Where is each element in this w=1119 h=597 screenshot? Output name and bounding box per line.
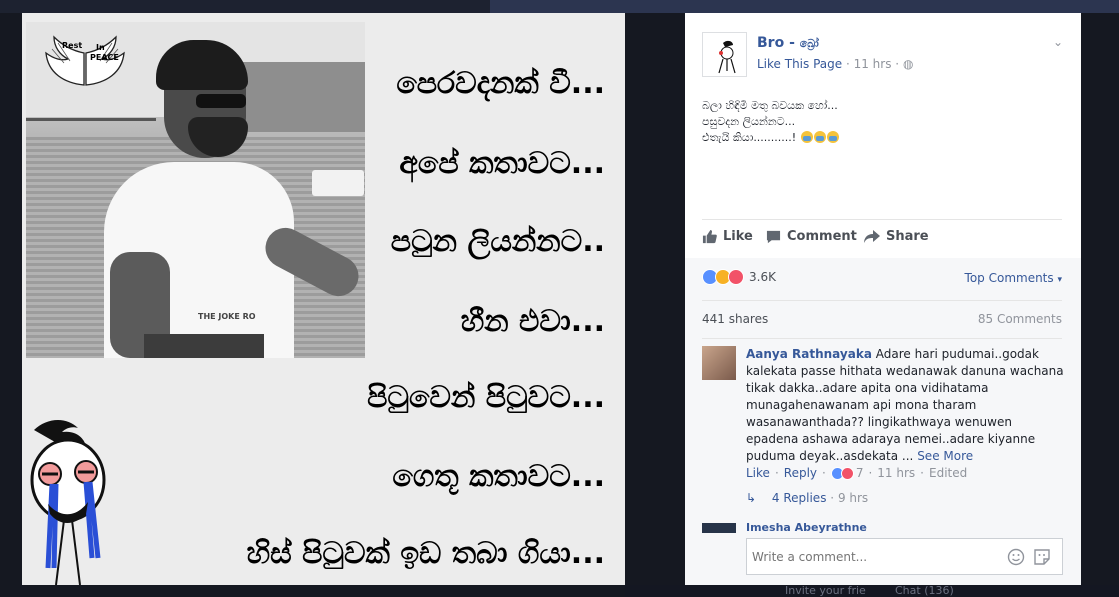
comment-body: Adare hari pudumai..godak kalekata passe…	[746, 347, 1064, 463]
comment-meta: Like · Reply · 7 · 11 hrs · Edited	[746, 466, 968, 480]
globe-icon: ◍	[902, 57, 914, 71]
crying-emoji-icon	[813, 131, 826, 143]
comment-input[interactable]	[752, 548, 992, 566]
divider	[702, 338, 1062, 339]
verse-line-7: හිස් පිටුවක් ඉඩ තබා ගියා...	[246, 536, 605, 571]
love-reaction-icon	[840, 466, 854, 480]
reply-arrow-icon: ↳	[746, 491, 757, 505]
verse-line-5: පිටුවෙන් පිටුවට...	[367, 380, 605, 415]
commenter-avatar[interactable]	[702, 523, 736, 533]
comment-reactions[interactable]: 7	[830, 466, 863, 480]
like-page-link[interactable]: Like This Page	[757, 57, 842, 71]
emoji-icon[interactable]	[1007, 548, 1025, 566]
comment-button[interactable]: Comment	[766, 229, 857, 244]
chat-tab[interactable]: Chat (136)	[895, 584, 954, 597]
verse-line-3: පටුන ලියන්නට..	[390, 224, 605, 259]
love-reaction-icon	[728, 269, 744, 285]
sticker-icon[interactable]	[1033, 548, 1051, 566]
comment-like-link[interactable]: Like	[746, 466, 770, 480]
comment-icon	[766, 230, 781, 244]
page-name[interactable]: Bro - බ්‍රෝ	[757, 35, 819, 51]
post-line-1: බලා හිඳිමි මතු බවයක හෝ...	[702, 99, 838, 112]
chevron-down-icon[interactable]: ⌄	[1053, 35, 1063, 49]
verse-line-1: පෙරවදනක් වී...	[396, 66, 605, 101]
comment-reply-link[interactable]: Reply	[784, 466, 817, 480]
shares-count[interactable]: 441 shares	[702, 312, 768, 326]
post-line-2: පසුවදන ලියන්නට...	[702, 115, 796, 128]
verse-line-4: හීන එවා...	[460, 304, 605, 339]
crying-emoji-icon	[800, 131, 813, 143]
facebook-post: Bro - බ්‍රෝ Like This Page · 11 hrs · ◍ …	[685, 13, 1081, 585]
top-comments-dropdown[interactable]: Top Comments ▾	[965, 271, 1062, 285]
next-comment: Imesha Abeyrathne	[702, 523, 1062, 533]
comment-text: Aanya Rathnayaka Adare hari pudumai..god…	[746, 346, 1066, 465]
commenter-name[interactable]: Aanya Rathnayaka	[746, 347, 872, 361]
commenter-name[interactable]: Imesha Abeyrathne	[746, 523, 867, 533]
post-photo[interactable]: THE JOKE RO Rest In PEACE පෙරවදනක් වී...…	[22, 13, 625, 585]
reactions-count: 3.6K	[749, 270, 776, 284]
page-avatar-icon	[718, 40, 736, 74]
crying-meme-face-icon	[30, 419, 106, 585]
page-avatar[interactable]	[702, 32, 747, 77]
share-button[interactable]: Share	[864, 229, 929, 244]
background-bottom-bar: Invite your frie Chat (136)	[625, 584, 1119, 597]
comment-edited[interactable]: Edited	[929, 466, 967, 480]
share-arrow-icon	[864, 230, 880, 243]
top-strip	[0, 0, 1119, 13]
divider	[702, 300, 1062, 301]
verse-line-2: අපේ කතාවට...	[399, 146, 605, 181]
crying-emoji-icon	[826, 131, 839, 143]
like-button[interactable]: Like	[702, 229, 753, 244]
post-line-3: එතැයි කියා...........!	[702, 131, 797, 144]
verse-line-6: ගෙතූ කතාවට...	[392, 459, 605, 494]
commenter-avatar[interactable]	[702, 346, 736, 380]
write-comment-box[interactable]	[746, 538, 1063, 575]
invite-friends-link[interactable]: Invite your frie	[785, 584, 866, 597]
see-more-link[interactable]: See More	[917, 449, 973, 463]
fb-top-bar	[490, 0, 1119, 13]
reactions-summary[interactable]: 3.6K	[702, 269, 776, 285]
divider	[702, 219, 1062, 220]
thumbs-up-icon	[702, 229, 717, 244]
comment-time[interactable]: 11 hrs	[877, 466, 915, 480]
post-meta: Like This Page · 11 hrs · ◍	[757, 57, 914, 71]
post-actions: Like Comment Share	[702, 227, 1062, 247]
post-time[interactable]: 11 hrs	[854, 57, 892, 71]
view-replies-link[interactable]: ↳ 4 Replies · 9 hrs	[746, 491, 868, 505]
post-body: බලා හිඳිමි මතු බවයක හෝ... පසුවදන ලියන්නට…	[702, 98, 839, 146]
comments-count[interactable]: 85 Comments	[978, 312, 1062, 326]
